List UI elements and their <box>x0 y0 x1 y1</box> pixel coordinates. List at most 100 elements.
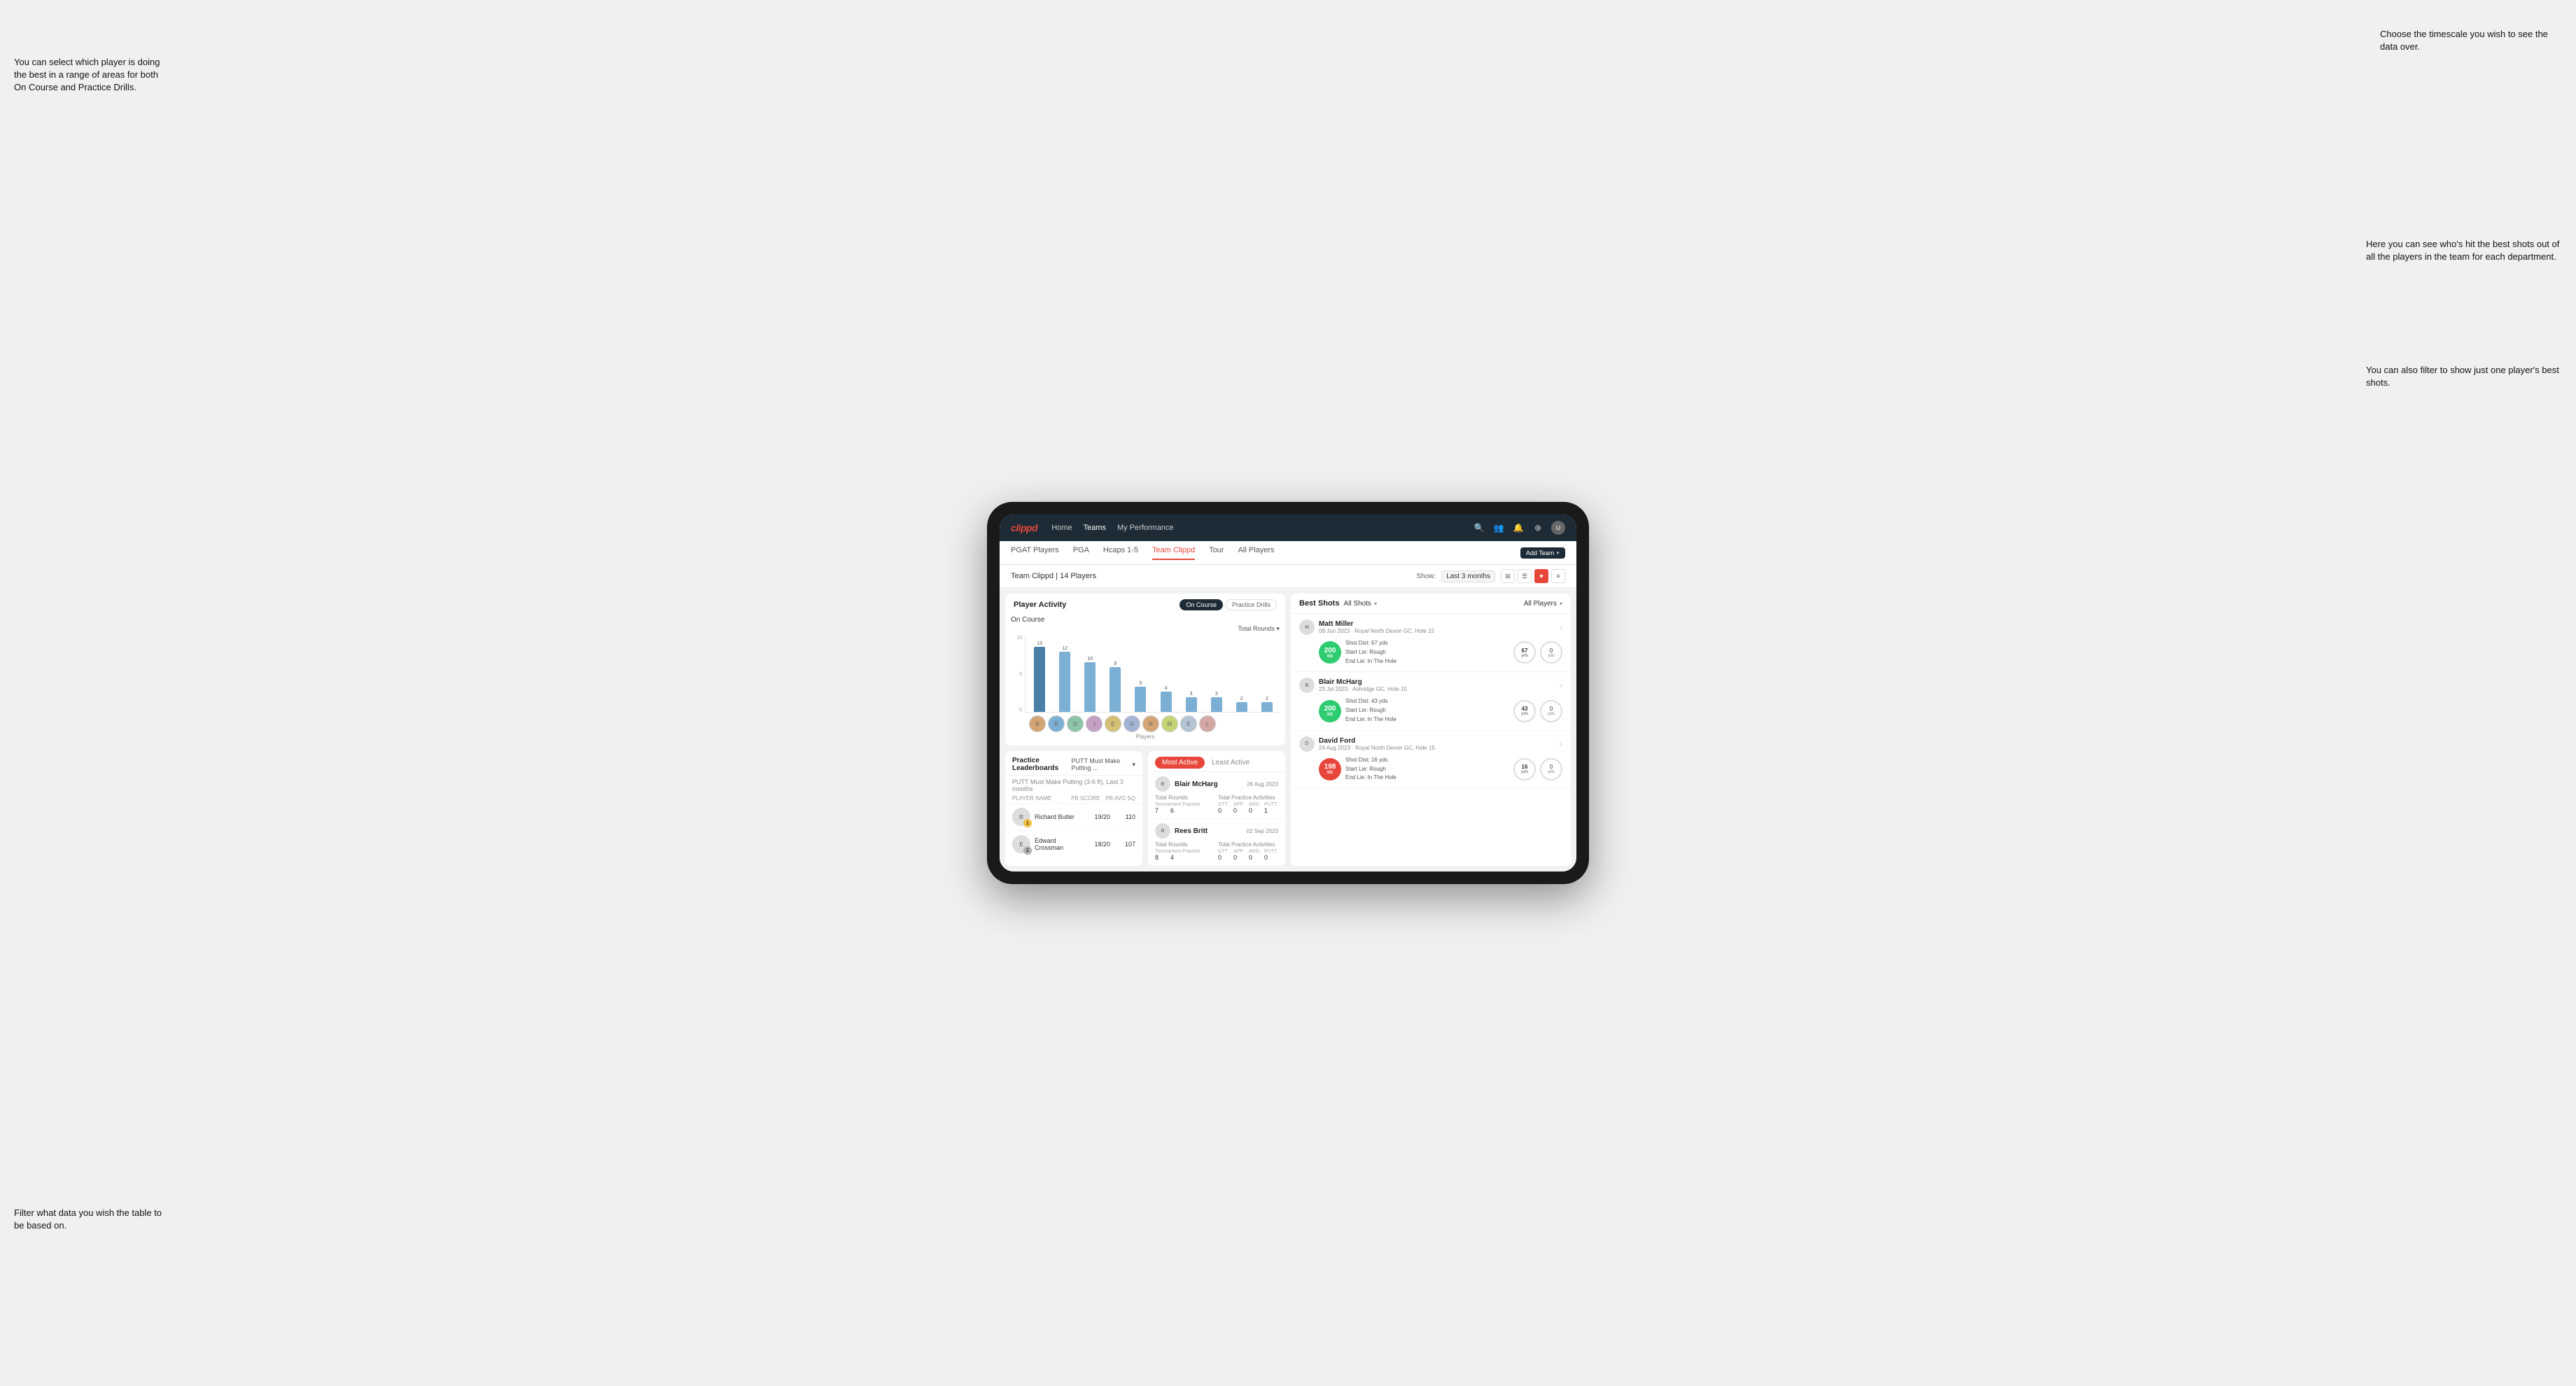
end-lie: End Lie: In The Hole <box>1345 774 1509 783</box>
rank-badge: 1 <box>1023 819 1032 827</box>
subnav-team-clippd[interactable]: Team Clippd <box>1152 546 1195 560</box>
bar <box>1034 647 1045 712</box>
practice-toggle[interactable]: Practice Drills <box>1226 599 1277 610</box>
col-avg: PB AVG SQ <box>1105 795 1135 802</box>
players-filter[interactable]: All Players ▾ <box>1524 600 1562 608</box>
shot-player-avatar: B <box>1299 678 1315 693</box>
plus-icon[interactable]: ⊕ <box>1532 522 1544 534</box>
bar <box>1161 692 1172 712</box>
subnav-pga[interactable]: PGA <box>1073 546 1089 560</box>
shots-filter[interactable]: All Shots ▾ <box>1343 600 1376 608</box>
shot-item[interactable]: B Blair McHarg 23 Jul 2023 · Ashridge GC… <box>1291 672 1571 730</box>
dist-unit: yds <box>1521 654 1528 658</box>
practice-avg: 107 <box>1114 841 1135 848</box>
start-lie: Start Lie: Rough <box>1345 648 1509 657</box>
bar-group: 3 <box>1205 692 1228 712</box>
dist-zero-unit: yds <box>1548 654 1554 658</box>
active-player-date: 02 Sep 2023 <box>1247 828 1278 834</box>
subnav-pgat[interactable]: PGAT Players <box>1011 546 1059 560</box>
annotation-bottom-left: Filter what data you wish the table to b… <box>14 1207 168 1232</box>
bars-area: 13 12 10 9 5 4 3 3 2 2 <box>1025 636 1280 713</box>
on-course-label: On Course <box>1011 616 1280 624</box>
shot-player-info: David Ford 24 Aug 2023 · Royal North Dev… <box>1319 737 1555 751</box>
avatar[interactable]: U <box>1551 521 1565 535</box>
heart-view-btn[interactable]: ♥ <box>1534 569 1548 583</box>
bar-value: 4 <box>1165 686 1168 691</box>
nav-my-performance[interactable]: My Performance <box>1117 522 1174 533</box>
arg-label: ARG <box>1249 802 1263 807</box>
practice-player-name: Richard Butler <box>1035 813 1085 820</box>
view-icons: ⊞ ☰ ♥ ≡ <box>1501 569 1565 583</box>
app-label: APP <box>1233 849 1247 854</box>
stat-sub-rounds-vals: 8 4 <box>1155 854 1215 861</box>
shot-items: M Matt Miller 09 Jun 2023 · Royal North … <box>1291 614 1571 789</box>
annotation-right-bot: You can also filter to show just one pla… <box>2366 364 2562 389</box>
bar-value: 3 <box>1215 692 1218 696</box>
y-axis: 0 5 10 <box>1011 636 1025 713</box>
chart-area: On Course Total Rounds ▾ 0 5 10 <box>1005 613 1285 746</box>
bar-group: 3 <box>1180 692 1203 712</box>
subnav-all-players[interactable]: All Players <box>1238 546 1275 560</box>
most-active-tab[interactable]: Most Active <box>1155 757 1205 769</box>
bar-group: 5 <box>1129 681 1152 712</box>
shot-item[interactable]: D David Ford 24 Aug 2023 · Royal North D… <box>1291 731 1571 789</box>
active-player-name: Blair McHarg <box>1175 780 1242 788</box>
shot-player-avatar: D <box>1299 736 1315 752</box>
bar <box>1059 652 1070 712</box>
logo: clippd <box>1011 522 1037 533</box>
toggle-buttons: On Course Practice Drills <box>1180 599 1277 610</box>
nav-links: Home Teams My Performance <box>1051 522 1459 533</box>
col-player: PLAYER NAME <box>1012 795 1065 802</box>
shot-player-detail: 24 Aug 2023 · Royal North Devon GC, Hole… <box>1319 745 1555 751</box>
bar <box>1135 687 1146 712</box>
list-view-btn[interactable]: ☰ <box>1518 569 1532 583</box>
top-nav: clippd Home Teams My Performance 🔍 👥 🔔 ⊕… <box>1000 514 1576 541</box>
putt-val: 0 <box>1264 854 1278 861</box>
bar-group: 2 <box>1231 696 1253 712</box>
least-active-tab[interactable]: Least Active <box>1205 757 1256 769</box>
stat-group-rounds: Total Rounds Tournament Practice 8 4 <box>1155 841 1215 861</box>
bar <box>1236 702 1247 712</box>
bar-group: 10 <box>1079 657 1101 712</box>
bar-value: 3 <box>1190 692 1193 696</box>
subnav-hcaps[interactable]: Hcaps 1-5 <box>1103 546 1138 560</box>
bar-value: 9 <box>1114 662 1116 666</box>
arg-val: 0 <box>1249 854 1263 861</box>
bar-group: 9 <box>1104 662 1126 712</box>
player-avatar: D <box>1067 715 1084 732</box>
bar <box>1084 662 1096 712</box>
main-content: Player Activity On Course Practice Drill… <box>1000 588 1576 872</box>
grid-view-btn[interactable]: ⊞ <box>1501 569 1515 583</box>
stat-practice-val: 6 <box>1170 807 1184 814</box>
nav-home[interactable]: Home <box>1051 522 1072 533</box>
shot-item[interactable]: M Matt Miller 09 Jun 2023 · Royal North … <box>1291 614 1571 672</box>
shot-stats-row: 200 SG Shot Dist: 67 yds Start Lie: Roug… <box>1319 639 1562 666</box>
search-icon[interactable]: 🔍 <box>1473 522 1485 534</box>
avatars-row: BRDJEGRMEL <box>1011 715 1280 732</box>
shot-badge: 200 SG <box>1319 641 1341 664</box>
users-icon[interactable]: 👥 <box>1492 522 1505 534</box>
practice-drill[interactable]: PUTT Must Make Putting ... ▾ <box>1071 757 1135 771</box>
nav-teams[interactable]: Teams <box>1084 522 1106 533</box>
chart-filter-select[interactable]: Total Rounds ▾ <box>1238 625 1280 633</box>
add-team-button[interactable]: Add Team + <box>1520 547 1565 559</box>
settings-view-btn[interactable]: ≡ <box>1551 569 1565 583</box>
stat-sub-practice-labels: GTT APP ARG PUTT <box>1218 849 1278 854</box>
stat-group-practice: Total Practice Activities GTT APP ARG PU… <box>1218 841 1278 861</box>
bar-value: 5 <box>1139 681 1142 686</box>
on-course-toggle[interactable]: On Course <box>1180 599 1223 610</box>
subnav-tour[interactable]: Tour <box>1209 546 1224 560</box>
active-player-header: R Rees Britt 02 Sep 2023 <box>1155 823 1278 839</box>
time-select[interactable]: Last 3 months <box>1441 570 1495 582</box>
stat-tournament-val: 8 <box>1155 854 1169 861</box>
player-avatar: J <box>1086 715 1102 732</box>
bell-icon[interactable]: 🔔 <box>1512 522 1525 534</box>
player-activity-title: Player Activity <box>1014 601 1066 609</box>
annotation-top-right: Choose the timescale you wish to see the… <box>2380 28 2562 53</box>
best-shots-card: Best Shots All Shots ▾ All Players ▾ M M… <box>1291 594 1571 866</box>
dist-circle: 16 yds <box>1513 758 1536 780</box>
shot-player-detail: 09 Jun 2023 · Royal North Devon GC, Hole… <box>1319 628 1555 634</box>
badge-num: 198 <box>1324 763 1336 771</box>
badge-num: 200 <box>1324 705 1336 713</box>
dist-circle: 43 yds <box>1513 700 1536 722</box>
